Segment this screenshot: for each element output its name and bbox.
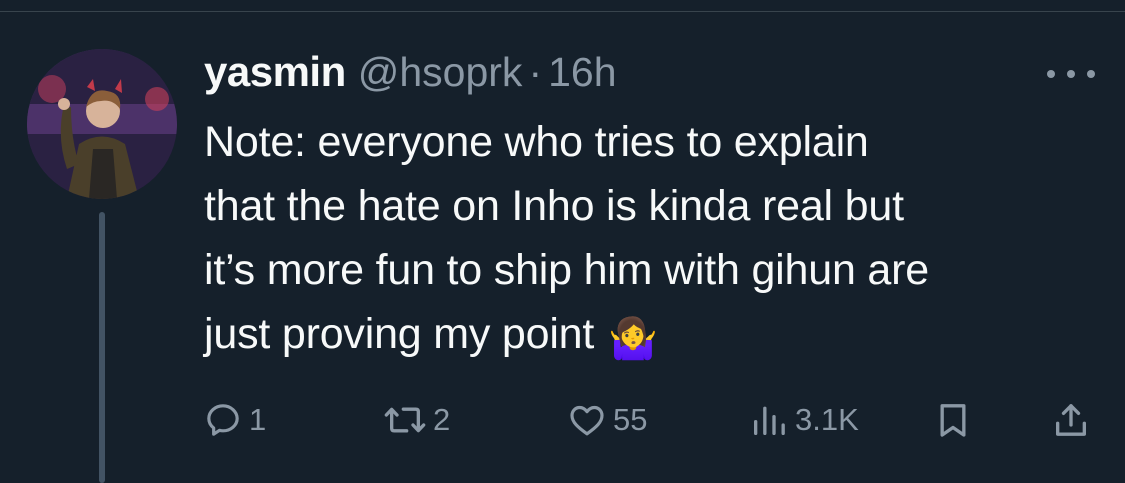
- like-icon: [570, 405, 604, 436]
- reply-count: 1: [249, 402, 267, 437]
- action-bar: 1 2 55 3.1K: [0, 398, 1125, 442]
- repost-icon: [384, 407, 426, 433]
- avatar[interactable]: [27, 49, 177, 199]
- user-handle[interactable]: @hsoprk: [358, 49, 523, 96]
- tweet-header: yasmin @hsoprk · 16h: [204, 48, 617, 108]
- share-icon: [1056, 404, 1086, 436]
- bookmark-icon: [940, 404, 966, 437]
- more-dot: [1047, 70, 1055, 78]
- tweet-line: Note: everyone who tries to explain: [204, 118, 869, 166]
- views-count: 3.1K: [795, 402, 859, 437]
- like-count: 55: [613, 402, 648, 437]
- repost-button[interactable]: 2: [383, 398, 450, 442]
- tweet-line: that the hate on Inho is kinda real but: [204, 182, 904, 230]
- shrug-emoji: 🤷‍♀️: [608, 316, 658, 362]
- display-name[interactable]: yasmin: [204, 48, 346, 96]
- tweet-text: Note: everyone who tries to explain that…: [204, 110, 1104, 371]
- reply-icon: [207, 404, 239, 436]
- more-dot: [1067, 70, 1075, 78]
- bookmark-button[interactable]: [933, 398, 973, 442]
- tweet-line-last: just proving my point 🤷‍♀️: [204, 302, 1104, 371]
- separator: ·: [528, 49, 543, 95]
- views-icon: [754, 406, 785, 435]
- tweet-line: just proving my point: [204, 310, 595, 358]
- tweet-line: it’s more fun to ship him with gihun are: [204, 246, 929, 294]
- share-button[interactable]: [1051, 398, 1091, 442]
- reply-button[interactable]: 1: [203, 398, 266, 442]
- repost-count: 2: [433, 402, 451, 437]
- top-divider: [0, 11, 1125, 12]
- timestamp[interactable]: 16h: [548, 49, 616, 96]
- more-icon[interactable]: [1047, 62, 1095, 86]
- views-button[interactable]: 3.1K: [749, 398, 859, 442]
- thread-line: [99, 212, 105, 483]
- like-button[interactable]: 55: [567, 398, 647, 442]
- more-dot: [1087, 70, 1095, 78]
- avatar-image: [27, 49, 177, 199]
